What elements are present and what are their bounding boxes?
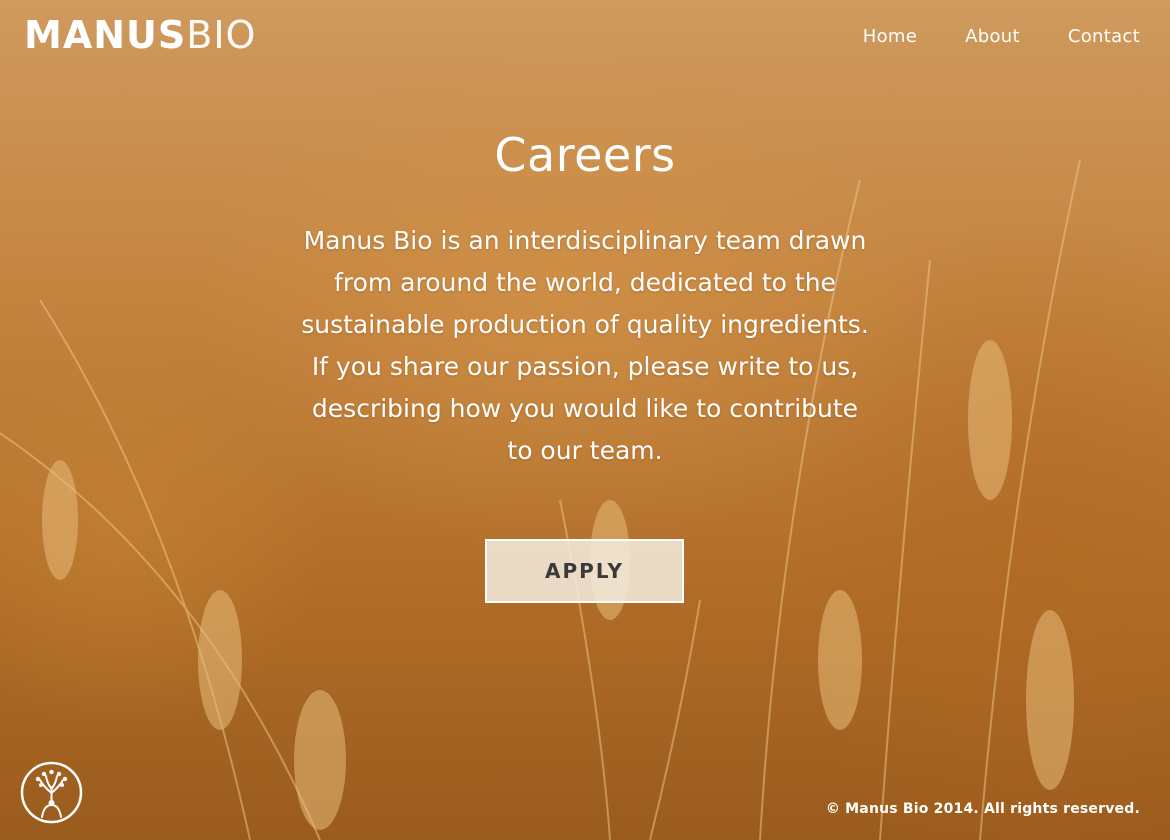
nav-home[interactable]: Home (863, 26, 917, 47)
main-nav: Home About Contact (863, 26, 1140, 47)
nav-contact[interactable]: Contact (1068, 26, 1140, 47)
page-title: Careers (494, 128, 676, 182)
brand-logo[interactable]: MANUSBIO (24, 16, 256, 54)
brand-name-bold: MANUS (24, 13, 187, 57)
tree-person-emblem-icon (20, 761, 83, 824)
careers-description: Manus Bio is an interdisciplinary team d… (301, 226, 869, 465)
brand-name-thin: BIO (186, 13, 257, 57)
nav-about[interactable]: About (965, 26, 1020, 47)
apply-button[interactable]: APPLY (485, 539, 684, 603)
copyright-text: © Manus Bio 2014. All rights reserved. (825, 801, 1140, 817)
